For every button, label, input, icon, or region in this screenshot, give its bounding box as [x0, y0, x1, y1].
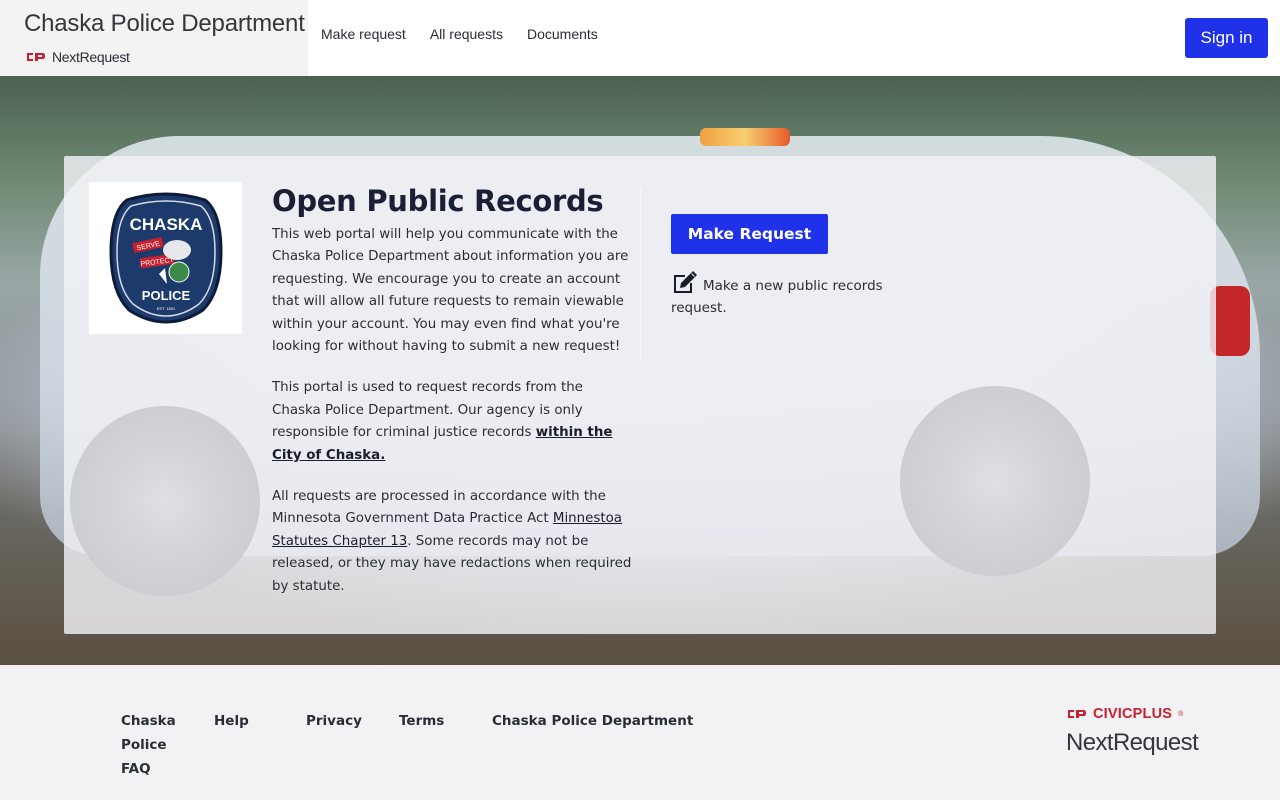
brand-block[interactable]: Chaska Police Department NextRequest — [0, 0, 308, 76]
tail-light — [1210, 286, 1250, 356]
intro-paragraph: This web portal will help you communicat… — [272, 227, 629, 355]
site-footer: Chaska Police FAQ Help Privacy Terms Cha… — [0, 665, 1280, 800]
product-name: NextRequest — [52, 49, 130, 65]
make-request-description: Make a new public records request. — [671, 270, 911, 319]
hero-section: CHASKA SERVE PROTECT POLICE EST. 1891 Op… — [0, 76, 1280, 665]
civicplus-brand[interactable]: CIVICPLUS ® — [1066, 706, 1183, 722]
footer-product-name: NextRequest — [1066, 729, 1199, 756]
info-panel: CHASKA SERVE PROTECT POLICE EST. 1891 Op… — [64, 156, 1216, 634]
nav-all-requests[interactable]: All requests — [430, 26, 503, 42]
org-name: Chaska Police Department — [24, 10, 305, 37]
light-bar — [700, 128, 790, 146]
brand-sub: NextRequest — [25, 49, 130, 65]
intro-content: Open Public Records This web portal will… — [272, 184, 632, 617]
scope-paragraph: This portal is used to request records f… — [272, 377, 632, 467]
edit-icon — [674, 271, 697, 293]
police-badge-icon: CHASKA SERVE PROTECT POLICE EST. 1891 — [108, 192, 223, 324]
nav-documents[interactable]: Documents — [527, 26, 598, 42]
top-header: Chaska Police Department NextRequest Mak… — [0, 0, 1280, 76]
badge-top-text: CHASKA — [129, 215, 202, 234]
footer-link-help[interactable]: Help — [214, 709, 249, 733]
police-badge-logo: CHASKA SERVE PROTECT POLICE EST. 1891 — [89, 182, 242, 334]
civicplus-logo-icon — [1068, 710, 1086, 718]
badge-est-text: EST. 1891 — [156, 306, 175, 311]
main-nav: Make request All requests Documents — [321, 26, 598, 42]
trademark-mark: ® — [1178, 710, 1184, 718]
page-title: Open Public Records — [272, 184, 604, 218]
badge-bottom-text: POLICE — [141, 288, 190, 303]
make-request-button[interactable]: Make Request — [671, 214, 828, 254]
footer-link-faq[interactable]: Chaska Police FAQ — [121, 709, 191, 781]
sign-in-button[interactable]: Sign in — [1185, 18, 1268, 58]
civicplus-logo-icon — [27, 53, 45, 61]
column-divider — [640, 188, 641, 358]
statute-paragraph: All requests are processed in accordance… — [272, 486, 632, 598]
footer-link-privacy[interactable]: Privacy — [306, 709, 362, 733]
nav-make-request[interactable]: Make request — [321, 26, 406, 42]
make-request-desc-text: Make a new public records request. — [671, 278, 883, 316]
civicplus-text: CIVICPLUS — [1093, 706, 1173, 722]
footer-link-terms[interactable]: Terms — [399, 709, 444, 733]
footer-link-department[interactable]: Chaska Police Department — [492, 709, 693, 733]
